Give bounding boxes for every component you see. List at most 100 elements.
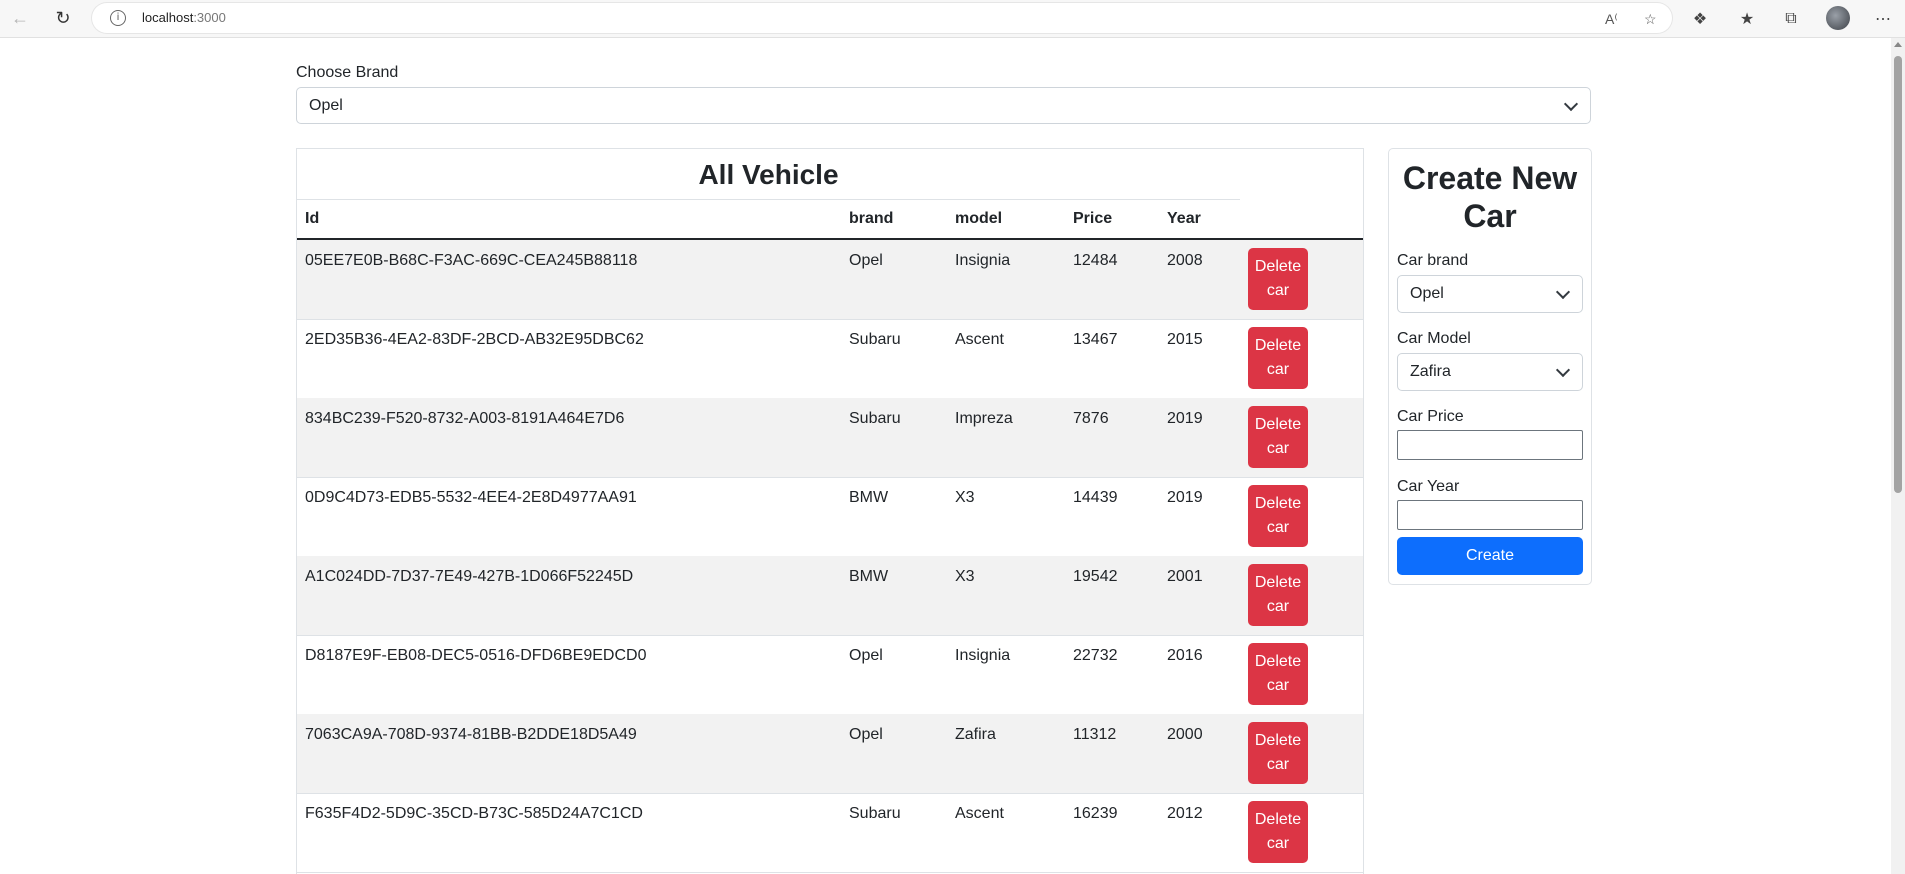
- chevron-down-icon: [1555, 362, 1571, 378]
- cell-id: D8187E9F-EB08-DEC5-0516-DFD6BE9EDCD0: [305, 647, 647, 664]
- car-brand-value: Opel: [1410, 285, 1444, 302]
- cell-model: Insignia: [955, 647, 1011, 664]
- table-header: Id brand model Price Year: [297, 200, 1363, 240]
- delete-car-label-line1: Delete: [1254, 811, 1302, 828]
- site-info-icon[interactable]: i: [110, 10, 126, 26]
- cell-id: 834BC239-F520-8732-A003-8191A464E7D6: [305, 410, 625, 427]
- cell-price: 16239: [1073, 805, 1118, 822]
- back-arrow-icon[interactable]: ←: [5, 4, 35, 32]
- cell-price: 13467: [1073, 331, 1118, 348]
- delete-car-label-line1: Delete: [1254, 732, 1302, 749]
- add-favorite-icon[interactable]: ☆: [1644, 11, 1657, 28]
- delete-car-label-line1: Delete: [1254, 337, 1302, 354]
- cell-price: 22732: [1073, 647, 1118, 664]
- delete-car-label-line1: Delete: [1254, 416, 1302, 433]
- cell-price: 11312: [1073, 726, 1117, 743]
- table-row: D8187E9F-EB08-DEC5-0516-DFD6BE9EDCD0 Opel…: [297, 635, 1363, 715]
- cell-year: 2019: [1167, 410, 1203, 427]
- delete-car-button[interactable]: Delete car: [1248, 327, 1308, 389]
- column-header-id: Id: [305, 210, 320, 227]
- car-model-value: Zafira: [1410, 363, 1451, 380]
- cell-brand: BMW: [849, 489, 889, 506]
- car-year-input[interactable]: [1397, 500, 1583, 530]
- table-row: 834BC239-F520-8732-A003-8191A464E7D6 Suba…: [297, 398, 1363, 478]
- cell-brand: Opel: [849, 252, 883, 269]
- delete-car-button[interactable]: Delete car: [1248, 643, 1308, 705]
- cell-brand: Subaru: [849, 331, 901, 348]
- car-brand-label: Car brand: [1397, 252, 1469, 269]
- chevron-down-icon: [1563, 96, 1579, 112]
- delete-car-label-line2: car: [1266, 440, 1290, 457]
- delete-car-label-line2: car: [1266, 598, 1290, 615]
- delete-car-button[interactable]: Delete car: [1248, 564, 1308, 626]
- cell-year: 2015: [1167, 331, 1203, 348]
- choose-brand-label: Choose Brand: [296, 64, 399, 81]
- url-text[interactable]: localhost:3000: [142, 10, 226, 25]
- more-menu-icon[interactable]: ⋯: [1871, 7, 1895, 31]
- delete-car-label-line2: car: [1266, 282, 1290, 299]
- create-button[interactable]: Create: [1397, 537, 1583, 575]
- collections-icon[interactable]: ⧉: [1779, 7, 1803, 31]
- delete-car-button[interactable]: Delete car: [1248, 722, 1308, 784]
- table-title: All Vehicle: [297, 149, 1240, 200]
- column-header-brand: brand: [849, 210, 894, 227]
- delete-car-label-line2: car: [1266, 519, 1290, 536]
- delete-car-button[interactable]: Delete car: [1248, 485, 1308, 547]
- delete-car-label-line1: Delete: [1254, 495, 1302, 512]
- choose-brand-select[interactable]: Opel: [296, 87, 1591, 124]
- choose-brand-value: Opel: [309, 97, 343, 114]
- column-header-year: Year: [1167, 210, 1201, 227]
- cell-price: 19542: [1073, 568, 1118, 585]
- cell-id: 7063CA9A-708D-9374-81BB-B2DDE18D5A49: [305, 726, 637, 743]
- table-row: 7063CA9A-708D-9374-81BB-B2DDE18D5A49 Opel…: [297, 714, 1363, 794]
- cell-year: 2019: [1167, 489, 1203, 506]
- cell-model: Ascent: [955, 331, 1004, 348]
- cell-id: F635F4D2-5D9C-35CD-B73C-585D24A7C1CD: [305, 805, 643, 822]
- car-price-input[interactable]: [1397, 430, 1583, 460]
- cell-id: 2ED35B36-4EA2-83DF-2BCD-AB32E95DBC62: [305, 331, 644, 348]
- cell-model: X3: [955, 568, 975, 585]
- url-host: localhost: [142, 10, 194, 25]
- chevron-down-icon: [1555, 284, 1571, 300]
- table-row: F635F4D2-5D9C-35CD-B73C-585D24A7C1CD Suba…: [297, 793, 1363, 873]
- cell-brand: Subaru: [849, 805, 901, 822]
- extensions-icon[interactable]: ❖: [1688, 7, 1712, 31]
- column-header-model: model: [955, 210, 1003, 227]
- delete-car-button[interactable]: Delete car: [1248, 248, 1308, 310]
- delete-car-label-line2: car: [1266, 835, 1290, 852]
- read-aloud-icon[interactable]: A⁽: [1605, 11, 1618, 28]
- profile-avatar[interactable]: [1826, 6, 1850, 30]
- delete-car-button[interactable]: Delete car: [1248, 801, 1308, 863]
- cell-model: Zafira: [955, 726, 996, 743]
- scrollbar-thumb[interactable]: [1894, 56, 1902, 493]
- table-row: 0D9C4D73-EDB5-5532-4EE4-2E8D4977AA91 BMW X…: [297, 477, 1363, 557]
- scroll-up-arrow-icon[interactable]: [1894, 42, 1902, 47]
- cell-id: 0D9C4D73-EDB5-5532-4EE4-2E8D4977AA91: [305, 489, 637, 506]
- table-row: 2ED35B36-4EA2-83DF-2BCD-AB32E95DBC62 Suba…: [297, 319, 1363, 399]
- delete-car-button[interactable]: Delete car: [1248, 406, 1308, 468]
- favorites-icon[interactable]: ★: [1735, 7, 1759, 31]
- cell-brand: BMW: [849, 568, 889, 585]
- cell-brand: Subaru: [849, 410, 901, 427]
- car-year-label: Car Year: [1397, 478, 1460, 495]
- url-port: :3000: [193, 10, 226, 25]
- address-bar[interactable]: i localhost:3000 A⁽ ☆: [92, 3, 1672, 33]
- cell-model: Impreza: [955, 410, 1013, 427]
- cell-price: 14439: [1073, 489, 1118, 506]
- reload-icon[interactable]: ↻: [48, 4, 78, 32]
- column-header-price: Price: [1073, 210, 1113, 227]
- car-model-label: Car Model: [1397, 330, 1471, 347]
- cell-model: X3: [955, 489, 975, 506]
- browser-toolbar: ← ↻ i localhost:3000 A⁽ ☆ ❖ ★ ⧉ ⋯: [0, 0, 1905, 38]
- cell-brand: Opel: [849, 647, 883, 664]
- cell-price: 7876: [1073, 410, 1109, 427]
- car-brand-select[interactable]: Opel: [1397, 275, 1583, 313]
- create-car-title-line2: Car: [1463, 198, 1517, 234]
- cell-price: 12484: [1073, 252, 1118, 269]
- table-row: A1C024DD-7D37-7E49-427B-1D066F52245D BMW X…: [297, 556, 1363, 636]
- page-scrollbar[interactable]: [1891, 38, 1905, 874]
- delete-car-label-line1: Delete: [1254, 574, 1302, 591]
- car-model-select[interactable]: Zafira: [1397, 353, 1583, 391]
- cell-model: Ascent: [955, 805, 1004, 822]
- cell-year: 2012: [1167, 805, 1203, 822]
